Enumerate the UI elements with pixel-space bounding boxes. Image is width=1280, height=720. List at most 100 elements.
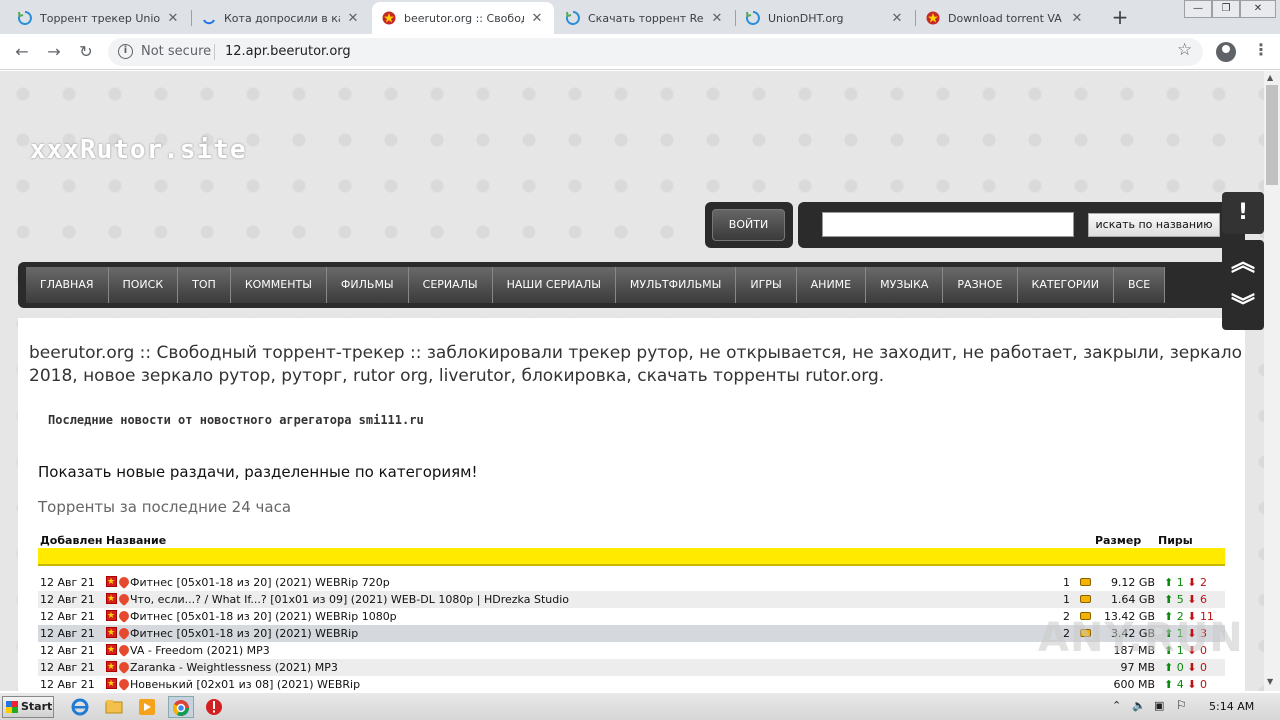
site-logo[interactable]: xxxRutor.site [30,135,247,165]
magnet-icon[interactable] [116,608,132,624]
menu-item-anime[interactable]: АНИМЕ [796,267,867,303]
page-scrollbar[interactable]: ▲ ▼ [1264,71,1280,691]
taskbar-clock[interactable]: 5:14 AM [1209,700,1254,713]
profile-avatar-icon[interactable] [1216,42,1236,62]
magnet-icon[interactable] [116,676,132,691]
alert-icon[interactable]: ! [1222,192,1264,234]
tab-close-icon[interactable]: ✕ [890,11,904,26]
scroll-bottom-icon[interactable]: ︾ [1222,286,1264,321]
torrent-size: 600 MB [1113,678,1155,691]
torrent-title-link[interactable]: Zaranka - Weightlessness (2021) MP3 [130,659,338,676]
comment-bubble-icon[interactable] [1080,595,1091,603]
url-text[interactable]: 12.apr.beerutor.org [225,44,351,59]
scroll-down-arrow-icon[interactable]: ▼ [1267,677,1273,686]
torrent-title-link[interactable]: Что, если...? / What If...? [01x01 из 09… [130,591,569,608]
show-new-by-category-link[interactable]: Показать новые раздачи, разделенные по к… [38,463,478,481]
menu-item-all[interactable]: ВСЕ [1113,267,1166,303]
back-icon[interactable]: ← [10,40,34,64]
search-button[interactable]: искать по названию [1088,213,1220,237]
table-row[interactable]: 12 Авг 21 Новенький [02x01 из 08] (2021) … [38,676,1225,691]
download-torrent-icon[interactable] [106,659,117,676]
magnet-icon[interactable] [116,574,132,590]
table-row[interactable]: 12 Авг 21 Zaranka - Weightlessness (2021)… [38,659,1225,676]
security-shield-icon[interactable] [204,697,224,717]
tab-close-icon[interactable]: ✕ [1070,11,1084,26]
download-torrent-icon[interactable] [106,591,117,608]
download-torrent-icon[interactable] [106,642,117,659]
download-torrent-icon[interactable] [106,625,117,642]
login-button[interactable]: ВОЙТИ [712,209,785,241]
browser-tab[interactable]: UnionDHT.org ✕ [736,2,914,34]
start-button[interactable]: Start [2,696,54,718]
menu-item-cartoons[interactable]: МУЛЬТФИЛЬМЫ [615,267,737,303]
torrent-size: 97 MB [1120,661,1155,674]
windows-logo-icon [6,701,18,713]
headline-line: 2018, новое зеркало рутор, руторг, rutor… [29,366,885,386]
comment-bubble-icon[interactable] [1080,578,1091,586]
table-row[interactable]: 12 Авг 21 Фитнес [05x01-18 из 20] (2021) … [38,574,1225,591]
forward-icon[interactable]: → [42,40,66,64]
row-date: 12 Авг 21 [40,644,95,657]
new-tab-button[interactable]: + [1108,5,1132,29]
browser-tab[interactable]: Скачать торрент Resid ✕ [556,2,734,34]
scrollbar-thumb[interactable] [1266,85,1278,185]
menu-item-games[interactable]: ИГРЫ [736,267,797,303]
magnet-icon[interactable] [116,625,132,641]
network-icon[interactable]: ▣ [1154,699,1164,712]
download-torrent-icon[interactable] [106,574,117,591]
scroll-up-arrow-icon[interactable]: ▲ [1267,73,1273,82]
menu-kebab-icon[interactable]: ⋮ [1253,40,1269,59]
security-label[interactable]: Not secure [141,44,211,59]
menu-item-movies[interactable]: ФИЛЬМЫ [326,267,409,303]
tab-close-icon[interactable]: ✕ [710,11,724,26]
tab-title: beerutor.org :: Свобод [404,11,524,25]
tray-expand-icon[interactable]: ⌃ [1112,699,1121,712]
reload-icon[interactable]: ↻ [74,40,98,64]
address-bar[interactable]: i Not secure 12.apr.beerutor.org [108,38,1203,66]
tab-close-icon[interactable]: ✕ [346,11,360,26]
watermark: ANY.RUN [1038,615,1244,661]
tab-title: Торрент трекер UnionP [40,11,160,25]
menu-item-top[interactable]: ТОП [178,267,231,303]
menu-item-home[interactable]: ГЛАВНАЯ [26,267,109,303]
restore-icon[interactable]: ❐ [1212,0,1240,18]
table-row[interactable]: 12 Авг 21 Что, если...? / What If...? [01… [38,591,1225,608]
browser-tab[interactable]: Торрент трекер UnionP ✕ [8,2,190,34]
torrent-title-link[interactable]: Новенький [02x01 из 08] (2021) WEBRip [130,676,360,691]
torrent-title-link[interactable]: Фитнес [05x01-18 из 20] (2021) WEBRip 72… [130,574,390,591]
folder-icon[interactable] [104,697,124,717]
menu-item-comments[interactable]: КОММЕНТЫ [230,267,327,303]
menu-item-search[interactable]: ПОИСК [108,267,179,303]
torrent-title-link[interactable]: VA - Freedom (2021) MP3 [130,642,270,659]
search-input[interactable] [822,212,1074,237]
news-aggregator-link[interactable]: Последние новости от новостного агрегато… [48,413,424,427]
browser-tab-active[interactable]: beerutor.org :: Свобод ✕ [372,2,554,34]
browser-tab[interactable]: Кота допросили в каче ✕ [192,2,370,34]
download-torrent-icon[interactable] [106,676,117,691]
menu-item-series[interactable]: СЕРИАЛЫ [408,267,493,303]
download-torrent-icon[interactable] [106,608,117,625]
chrome-taskbar-button[interactable] [168,696,194,718]
volume-icon[interactable]: 🔈 [1132,699,1146,712]
menu-item-our-series[interactable]: НАШИ СЕРИАЛЫ [492,267,616,303]
bookmark-star-icon[interactable]: ☆ [1177,40,1192,60]
torrent-title-link[interactable]: Фитнес [05x01-18 из 20] (2021) WEBRip [130,625,358,642]
magnet-icon[interactable] [116,642,132,658]
action-center-flag-icon[interactable]: ⚐ [1176,698,1187,712]
info-icon[interactable]: i [118,44,133,59]
minimize-icon[interactable]: — [1184,0,1212,18]
torrent-title-link[interactable]: Фитнес [05x01-18 из 20] (2021) WEBRip 10… [130,608,397,625]
tab-close-icon[interactable]: ✕ [530,11,544,26]
media-player-icon[interactable] [137,697,157,717]
menu-item-categories[interactable]: КАТЕГОРИИ [1017,267,1114,303]
menu-item-misc[interactable]: РАЗНОЕ [943,267,1018,303]
menu-item-music[interactable]: МУЗЫКА [866,267,944,303]
browser-tab[interactable]: Download torrent VA - F ✕ [916,2,1094,34]
row-icons [106,625,132,642]
magnet-icon[interactable] [116,591,132,607]
tab-close-icon[interactable]: ✕ [166,11,180,26]
close-window-icon[interactable]: ✕ [1240,0,1276,18]
magnet-icon[interactable] [116,659,132,675]
scroll-top-icon[interactable]: ︽ [1222,242,1264,277]
ie-icon[interactable] [70,697,90,717]
